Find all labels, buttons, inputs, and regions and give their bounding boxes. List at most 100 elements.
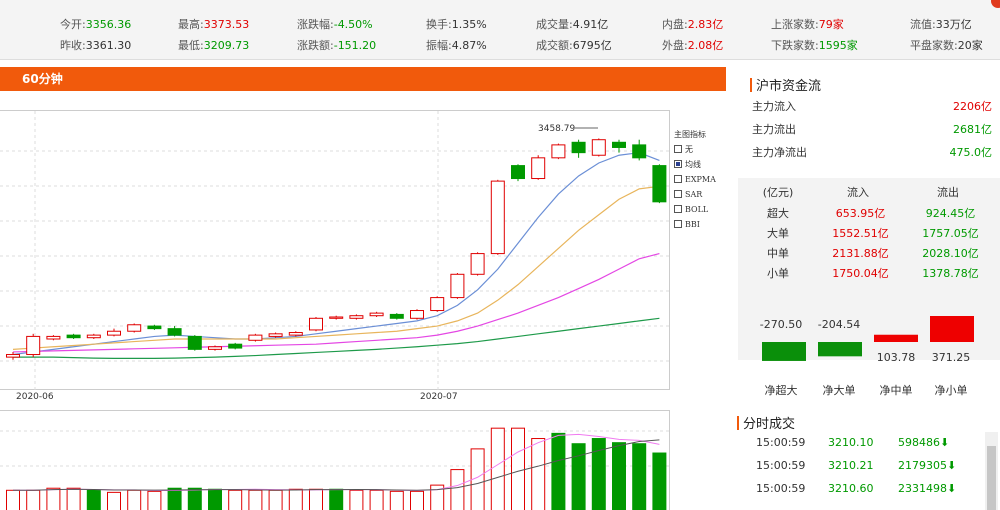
- moving-average-line: [13, 317, 660, 360]
- indicator-none[interactable]: 无: [674, 143, 716, 158]
- volume-bar: [571, 443, 586, 510]
- candle-body: [127, 324, 142, 332]
- indicator-sar[interactable]: SAR: [674, 188, 716, 203]
- flow-row-large: 大单 1552.51亿 1757.05亿: [767, 227, 979, 240]
- capital-flow-title: 沪市资金流: [749, 75, 821, 94]
- net-super-label: 净超大: [764, 384, 798, 397]
- indicator-expma[interactable]: EXPMA: [674, 173, 716, 188]
- net-flow-bar: [930, 316, 974, 342]
- candle: [389, 313, 404, 320]
- kline-chart-panel[interactable]: 3458.79: [0, 110, 670, 391]
- indicator-boll[interactable]: BOLL: [674, 203, 716, 218]
- volume-bar: [187, 487, 202, 510]
- checkbox-icon[interactable]: [674, 175, 682, 183]
- candle-body: [107, 330, 121, 336]
- net-large-label: 净大单: [822, 384, 856, 397]
- candle-body: [248, 334, 263, 341]
- candle: [591, 138, 606, 157]
- candle-body: [309, 317, 323, 331]
- moving-average-line: [12, 152, 660, 356]
- candle-body: [369, 312, 384, 317]
- candle: [309, 317, 323, 332]
- candle-body: [450, 273, 465, 299]
- candle: [46, 335, 61, 341]
- volume-bar: [309, 488, 323, 510]
- candle: [349, 314, 364, 320]
- candle: [127, 323, 142, 333]
- candle: [6, 351, 20, 360]
- indicator-ma[interactable]: 均线: [674, 158, 716, 173]
- flow-table-header: (亿元) 流入 流出: [762, 186, 959, 199]
- prev-close-stat: 昨收:3361.30: [60, 39, 132, 52]
- candle-body: [389, 313, 404, 319]
- volume-bar: [248, 489, 263, 510]
- pct-change-stat: 涨跌幅:-4.50%: [297, 18, 373, 31]
- candle-body: [46, 335, 61, 340]
- volume-chart: [0, 427, 670, 510]
- checkbox-icon[interactable]: [674, 220, 682, 228]
- candle: [26, 333, 41, 358]
- candle-body: [612, 141, 626, 148]
- candle-body: [86, 334, 101, 339]
- x-axis-label-jun: 2020-06: [16, 392, 54, 402]
- volume-bar: [268, 489, 283, 510]
- checkbox-icon[interactable]: [674, 190, 682, 198]
- volume-bar: [6, 489, 20, 510]
- volume-chart-panel[interactable]: [0, 410, 670, 510]
- net-flow-bar: [762, 342, 806, 361]
- moving-average-line: [12, 185, 660, 350]
- candle: [450, 273, 465, 299]
- volume-bar: [228, 489, 243, 510]
- candle-body: [410, 310, 424, 319]
- indicator-title: 主图指标: [674, 130, 706, 139]
- volume-bar: [369, 489, 384, 510]
- turnover-stat: 换手:1.35%: [426, 18, 487, 31]
- candle: [490, 179, 505, 255]
- volume-bar: [66, 487, 81, 510]
- volume-bar: [551, 432, 566, 510]
- candle: [369, 311, 384, 317]
- candle: [107, 328, 121, 337]
- change-amount-stat: 涨跌额:-151.20: [297, 39, 377, 52]
- outer-stat: 外盘:2.08亿: [662, 39, 724, 52]
- indicator-bbi[interactable]: BBI: [674, 218, 716, 233]
- candle-body: [268, 333, 283, 337]
- up-count-stat: 上涨家数:79家: [771, 18, 844, 31]
- candle: [430, 296, 445, 312]
- volume-bar: [450, 469, 465, 510]
- checkbox-icon[interactable]: [674, 205, 682, 213]
- checkbox-icon[interactable]: [674, 145, 682, 153]
- candle: [228, 342, 243, 350]
- volume-bar: [208, 488, 222, 510]
- candle: [551, 143, 566, 160]
- candle-body: [531, 157, 546, 180]
- checkbox-checked-icon[interactable]: [674, 160, 682, 168]
- candle-body: [571, 141, 586, 154]
- period-tab[interactable]: 60分钟: [0, 67, 726, 91]
- volume-bar: [652, 452, 667, 510]
- flat-count-stat: 平盘家数:20家: [910, 39, 983, 52]
- candle-body: [208, 346, 222, 350]
- candle: [571, 139, 586, 158]
- volume-stat: 成交量:4.91亿: [536, 18, 609, 31]
- net-small-label: 净小单: [934, 384, 968, 397]
- candle-body: [632, 144, 647, 159]
- inner-stat: 内盘:2.83亿: [662, 18, 724, 31]
- candle: [511, 164, 525, 182]
- trade-row: 15:00:59 3210.10 598486⬇: [756, 436, 950, 449]
- volume-bar: [389, 490, 404, 510]
- candle-body: [187, 335, 202, 350]
- flow-row-medium: 中单 2131.88亿 2028.10亿: [767, 247, 979, 260]
- scrollbar-thumb[interactable]: [987, 446, 996, 510]
- candle-body: [66, 334, 81, 339]
- candle-body: [430, 297, 445, 312]
- high-stat: 最高:3373.53: [178, 18, 250, 31]
- candle-body: [6, 354, 20, 358]
- volume-bar: [329, 488, 344, 510]
- candle: [470, 252, 485, 276]
- quote-stats-bar: 今开:3356.36 最高:3373.53 涨跌幅:-4.50% 换手:1.35…: [0, 0, 1000, 60]
- candle-body: [26, 335, 41, 356]
- candle: [329, 315, 344, 320]
- volume-bar: [127, 489, 142, 510]
- volume-bar: [26, 489, 41, 510]
